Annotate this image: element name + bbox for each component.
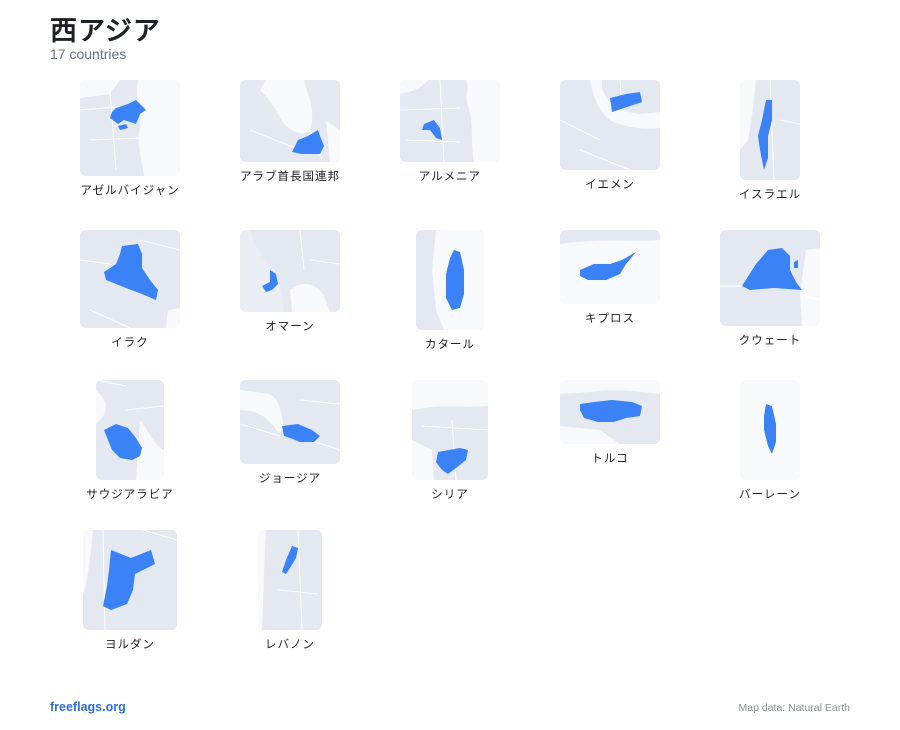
kuwait-map-icon bbox=[720, 230, 820, 326]
country-label: キプロス bbox=[585, 311, 635, 325]
country-card-uae[interactable]: アラブ首長国連邦 bbox=[210, 80, 370, 230]
country-label: トルコ bbox=[591, 451, 629, 465]
country-card-azerbaijan[interactable]: アゼルバイジャン bbox=[50, 80, 210, 230]
country-count: 17 countries bbox=[50, 46, 127, 62]
country-label: イスラエル bbox=[738, 187, 802, 201]
georgia-map-icon bbox=[240, 380, 340, 464]
country-label: ヨルダン bbox=[105, 637, 155, 651]
country-card-yemen[interactable]: イエメン bbox=[530, 80, 690, 230]
bahrain-map-icon bbox=[740, 380, 800, 480]
country-card-armenia[interactable]: アルメニア bbox=[370, 80, 530, 230]
country-card-syria[interactable]: シリア bbox=[370, 380, 530, 530]
country-card-israel[interactable]: イスラエル bbox=[690, 80, 850, 230]
map-credit: Map data: Natural Earth bbox=[738, 702, 850, 714]
country-card-bahrain[interactable]: バーレーン bbox=[690, 380, 850, 530]
country-label: ジョージア bbox=[258, 471, 322, 485]
page-title: 西アジア bbox=[50, 16, 161, 47]
country-card-iraq[interactable]: イラク bbox=[50, 230, 210, 380]
country-label: アルメニア bbox=[418, 169, 482, 183]
site-link[interactable]: freeflags.org bbox=[50, 700, 126, 714]
country-card-lebanon[interactable]: レバノン bbox=[210, 530, 370, 680]
country-label: カタール bbox=[425, 337, 475, 351]
country-card-saudi-arabia[interactable]: サウジアラビア bbox=[50, 380, 210, 530]
syria-map-icon bbox=[412, 380, 488, 480]
country-card-qatar[interactable]: カタール bbox=[370, 230, 530, 380]
country-card-oman[interactable]: オマーン bbox=[210, 230, 370, 380]
country-label: イラク bbox=[111, 335, 149, 349]
uae-map-icon bbox=[240, 80, 340, 162]
lebanon-map-icon bbox=[258, 530, 322, 630]
country-card-georgia[interactable]: ジョージア bbox=[210, 380, 370, 530]
saudi-arabia-map-icon bbox=[96, 380, 164, 480]
country-label: クウェート bbox=[738, 333, 802, 347]
yemen-map-icon bbox=[560, 80, 660, 170]
country-label: アラブ首長国連邦 bbox=[240, 169, 340, 183]
country-label: イエメン bbox=[585, 177, 635, 191]
country-card-jordan[interactable]: ヨルダン bbox=[50, 530, 210, 680]
country-card-kuwait[interactable]: クウェート bbox=[690, 230, 850, 380]
country-card-cyprus[interactable]: キプロス bbox=[530, 230, 690, 380]
cyprus-map-icon bbox=[560, 230, 660, 304]
oman-map-icon bbox=[240, 230, 340, 312]
armenia-map-icon bbox=[400, 80, 500, 162]
turkey-map-icon bbox=[560, 380, 660, 444]
country-card-turkey[interactable]: トルコ bbox=[530, 380, 690, 530]
iraq-map-icon bbox=[80, 230, 180, 328]
qatar-map-icon bbox=[416, 230, 484, 330]
jordan-map-icon bbox=[83, 530, 177, 630]
israel-map-icon bbox=[740, 80, 800, 180]
country-label: バーレーン bbox=[739, 487, 801, 501]
country-label: シリア bbox=[431, 487, 469, 501]
country-label: オマーン bbox=[265, 319, 315, 333]
azerbaijan-map-icon bbox=[80, 80, 180, 176]
country-label: アゼルバイジャン bbox=[80, 183, 180, 197]
country-label: レバノン bbox=[265, 637, 315, 651]
country-label: サウジアラビア bbox=[86, 487, 174, 501]
